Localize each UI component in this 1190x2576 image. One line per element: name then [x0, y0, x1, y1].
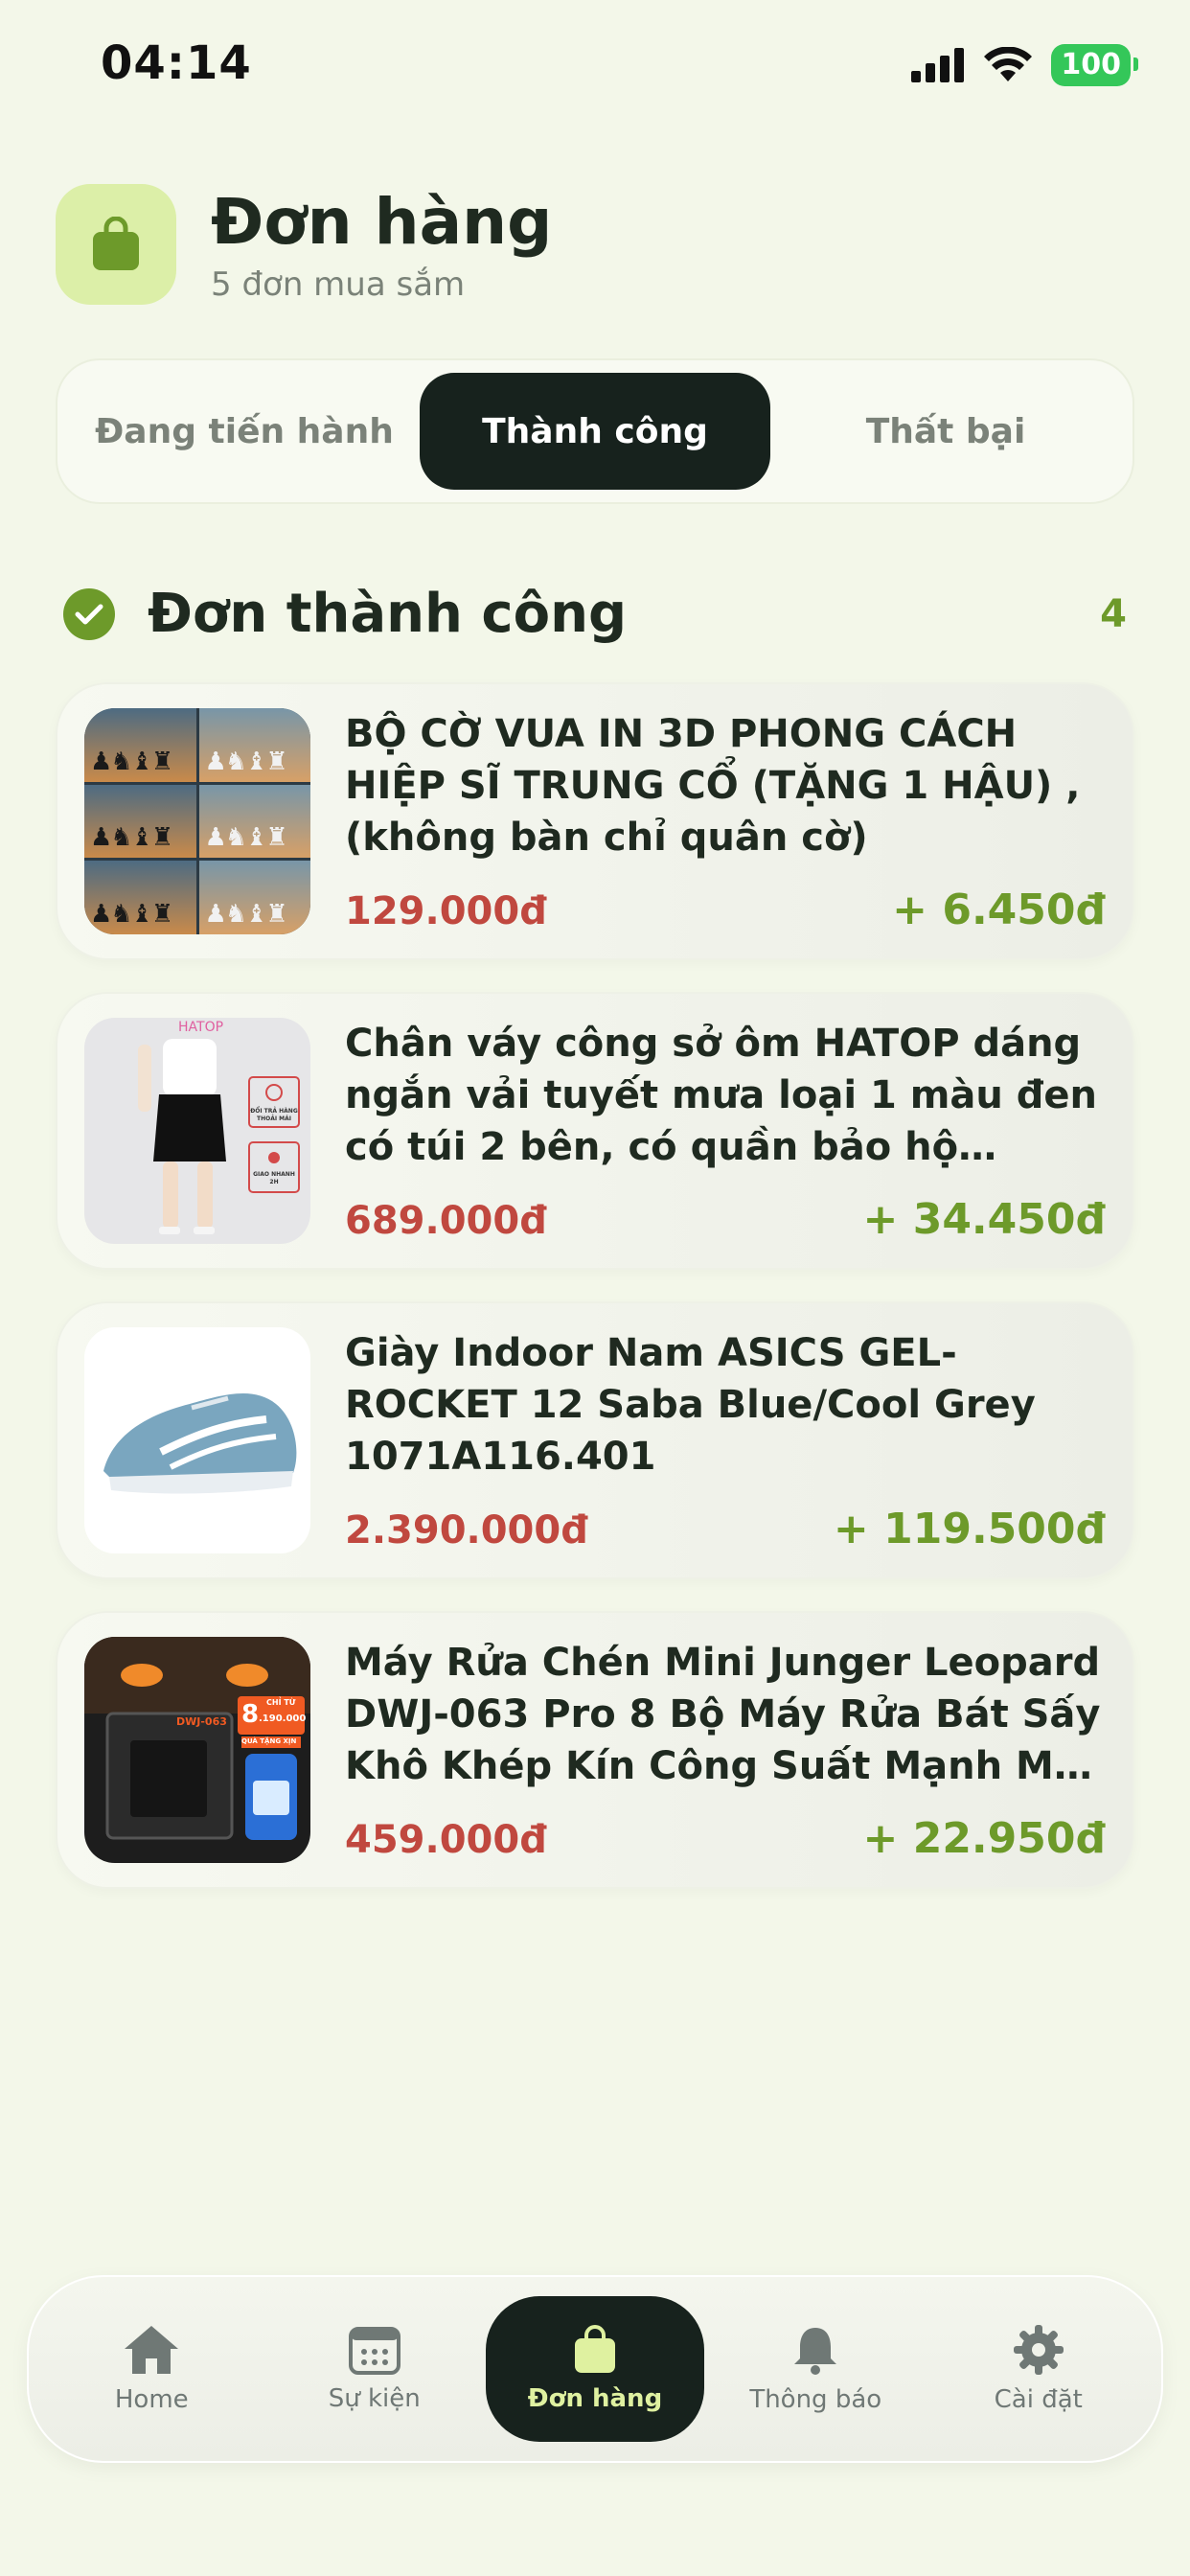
product-image-skirt: HATOP ĐỔI TRẢ HÀNG THOẢI MÁI GIAO NHANH … — [84, 1018, 310, 1244]
bell-icon — [794, 2328, 837, 2375]
order-cashback: + 6.450đ — [892, 886, 1106, 934]
battery-indicator: 100 — [1051, 44, 1138, 86]
signal-icon — [911, 48, 965, 82]
order-cashback: + 22.950đ — [862, 1814, 1106, 1863]
nav-home[interactable]: Home — [40, 2296, 263, 2442]
product-image-shoe — [84, 1327, 310, 1553]
order-card[interactable]: HATOP ĐỔI TRẢ HÀNG THOẢI MÁI GIAO NHANH … — [56, 992, 1134, 1270]
order-price: 459.000đ — [345, 1818, 547, 1862]
nav-orders-label: Đơn hàng — [527, 2384, 663, 2413]
dishwasher-model-label: DWJ-063 — [176, 1715, 227, 1728]
order-product-name: Giày Indoor Nam ASICS GEL-ROCKET 12 Saba… — [345, 1331, 1036, 1479]
status-bar: 04:14 100 — [0, 0, 1190, 134]
nav-events-label: Sự kiện — [328, 2384, 421, 2413]
order-product-name: BỘ CỜ VUA IN 3D PHONG CÁCH HIỆP SĨ TRUNG… — [345, 712, 1081, 860]
order-list: BỘ CỜ VUA IN 3D PHONG CÁCH HIỆP SĨ TRUNG… — [56, 682, 1134, 1920]
section-header: Đơn thành công 4 — [63, 583, 1127, 645]
nav-settings-label: Cài đặt — [994, 2385, 1083, 2414]
tab-success[interactable]: Thành công — [420, 373, 770, 490]
wifi-icon — [984, 47, 1033, 81]
order-price: 689.000đ — [345, 1199, 547, 1243]
bottom-navigation: Home Sự kiện Đơn hàng Thông báo Cài đặt — [27, 2275, 1163, 2463]
order-price: 129.000đ — [345, 889, 547, 933]
tab-in-progress[interactable]: Đang tiến hành — [69, 373, 420, 490]
check-circle-icon — [63, 587, 115, 640]
status-icons: 100 — [911, 44, 1138, 86]
skirt-badge-return: ĐỔI TRẢ HÀNG THOẢI MÁI — [250, 1108, 298, 1122]
page-header: Đơn hàng 5 đơn mua sắm — [56, 184, 552, 305]
order-product-name: Máy Rửa Chén Mini Junger Leopard DWJ-063… — [345, 1641, 1101, 1788]
gear-icon — [1013, 2325, 1064, 2375]
page-subtitle: 5 đơn mua sắm — [211, 265, 466, 304]
order-cashback: + 34.450đ — [862, 1195, 1106, 1244]
calendar-icon — [348, 2327, 400, 2375]
tab-failed[interactable]: Thất bại — [770, 373, 1121, 490]
section-title: Đơn thành công — [148, 583, 628, 645]
order-status-tabs: Đang tiến hành Thành công Thất bại — [56, 358, 1134, 504]
dishwasher-promo-value: .190.000 — [259, 1714, 307, 1724]
order-cashback: + 119.500đ — [833, 1505, 1106, 1553]
skirt-brand-label: HATOP — [178, 1020, 224, 1035]
order-card[interactable]: DWJ-063 CHỈ TỪ 8 .190.000 QUÀ TẶNG XỊN M… — [56, 1611, 1134, 1889]
status-time: 04:14 — [101, 36, 252, 90]
dishwasher-promo-digit: 8 — [241, 1700, 260, 1729]
header-icon-tile — [56, 184, 176, 305]
home-icon — [125, 2326, 179, 2374]
order-card[interactable]: BỘ CỜ VUA IN 3D PHONG CÁCH HIỆP SĨ TRUNG… — [56, 682, 1134, 960]
product-image-chess-set — [84, 708, 310, 934]
nav-orders[interactable]: Đơn hàng — [486, 2296, 704, 2442]
product-image-dishwasher: DWJ-063 CHỈ TỪ 8 .190.000 QUÀ TẶNG XỊN — [84, 1637, 310, 1863]
dishwasher-gift-label: QUÀ TẶNG XỊN — [241, 1737, 297, 1745]
nav-settings[interactable]: Cài đặt — [927, 2296, 1151, 2442]
nav-events[interactable]: Sự kiện — [263, 2296, 487, 2442]
dishwasher-promo-prefix: CHỈ TỪ — [266, 1698, 296, 1707]
order-product-name: Chân váy công sở ôm HATOP dáng ngắn vải … — [345, 1022, 1098, 1169]
page-title: Đơn hàng — [211, 185, 553, 259]
order-price: 2.390.000đ — [345, 1508, 588, 1552]
nav-home-label: Home — [114, 2385, 189, 2414]
order-card[interactable]: Giày Indoor Nam ASICS GEL-ROCKET 12 Saba… — [56, 1301, 1134, 1579]
nav-notifications-label: Thông báo — [749, 2385, 882, 2414]
section-count: 4 — [1100, 591, 1127, 636]
nav-notifications[interactable]: Thông báo — [704, 2296, 927, 2442]
skirt-badge-delivery: GIAO NHANH 2H — [253, 1171, 295, 1185]
shopping-bag-icon — [93, 217, 139, 270]
shopping-bag-icon — [575, 2325, 615, 2373]
